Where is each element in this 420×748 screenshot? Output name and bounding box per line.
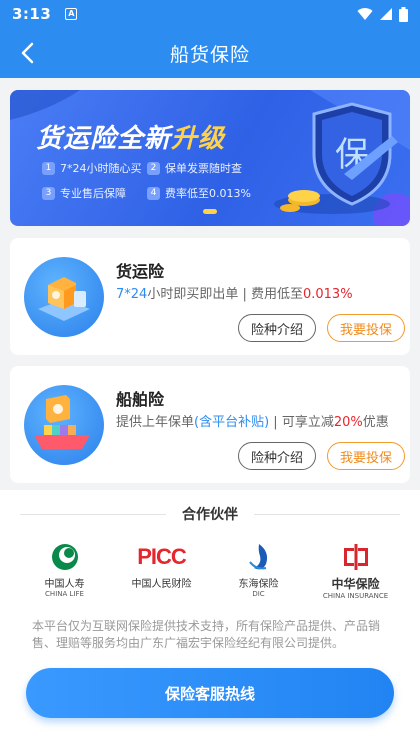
buy-button[interactable]: 我要投保: [327, 314, 405, 342]
dic-icon: [248, 544, 267, 570]
status-bar: 3:13 A: [0, 0, 420, 28]
banner-headline-highlight: 升级: [171, 124, 226, 154]
notification-icon: A: [65, 8, 78, 20]
partners-header: 合作伙伴: [20, 504, 400, 524]
shield-illustration: 保: [274, 102, 398, 214]
feature-text: 专业售后保障: [60, 187, 126, 200]
partner-logo-china-life: 中国人寿 CHINA LIFE: [21, 542, 109, 602]
partner-logo-dic: 东海保险 DIC: [215, 542, 303, 602]
back-button[interactable]: [14, 40, 40, 66]
partner-logo-china-insurance: 中华保险 CHINA INSURANCE: [312, 542, 400, 602]
divider: [254, 513, 400, 515]
product-card-cargo[interactable]: 货运险 7*24小时即买即出单 | 费用低至0.013% 险种介绍 我要投保: [10, 238, 410, 355]
cargo-icon: [24, 257, 104, 337]
partner-name: 中国人民财险: [131, 579, 192, 590]
hotline-button[interactable]: 保险客服热线: [26, 668, 394, 718]
banner-headline-main: 货运险全新: [36, 124, 172, 154]
intro-button[interactable]: 险种介绍: [238, 314, 316, 342]
desc-text: 优惠: [362, 415, 389, 430]
china-insurance-icon: [343, 544, 368, 570]
banner-feature: 3 专业售后保障: [42, 185, 147, 201]
page-title: 船货保险: [169, 43, 250, 66]
china-life-icon: [51, 544, 78, 570]
product-name: 船舶险: [116, 390, 165, 409]
desc-text: 小时即买即出单 | 费用低至: [147, 287, 303, 302]
partners-title: 合作伙伴: [182, 507, 238, 523]
desc-highlight: 7*24: [116, 287, 148, 302]
feature-text: 费率低至0.013%: [165, 187, 251, 200]
banner-features: 1 7*24小时随心买 2 保单发票随时查 3 专业售后保障 4 费率低至0.013%: [42, 160, 282, 201]
ship-icon: [24, 385, 104, 465]
nav-bar: 船货保险: [0, 28, 420, 78]
status-time: 3:13: [12, 5, 52, 23]
product-card-ship[interactable]: 船舶险 提供上年保单(含平台补贴) | 可享立减20%优惠 险种介绍 我要投保: [10, 366, 410, 483]
product-description: 7*24小时即买即出单 | 费用低至0.013%: [116, 283, 353, 302]
disclaimer-text: 本平台仅为互联网保险提供技术支持，所有保险产品提供、产品销售、理赔等服务均由广东…: [32, 619, 381, 650]
feature-text: 保单发票随时查: [165, 162, 242, 175]
feature-number: 4: [147, 186, 160, 200]
promo-banner[interactable]: 货运险全新升级 1 7*24小时随心买 2 保单发票随时查 3 专业售后保障 4 费率低…: [10, 90, 410, 226]
chevron-left-icon: [21, 42, 34, 64]
intro-button[interactable]: 险种介绍: [238, 442, 316, 470]
product-name: 货运险: [116, 262, 165, 281]
desc-rate: 0.013%: [302, 287, 353, 302]
partner-name-en: CHINA LIFE: [45, 590, 84, 598]
divider: [20, 513, 166, 515]
product-description: 提供上年保单(含平台补贴) | 可享立减20%优惠: [116, 411, 389, 430]
picc-mark: PICC: [137, 544, 187, 569]
feature-number: 2: [147, 161, 160, 175]
buy-button[interactable]: 我要投保: [327, 442, 405, 470]
partner-name-en: CHINA INSURANCE: [322, 592, 389, 600]
banner-headline: 货运险全新升级: [36, 118, 225, 155]
banner-feature: 1 7*24小时随心买: [42, 160, 147, 176]
desc-highlight: (含平台补贴): [194, 415, 270, 430]
wifi-icon: [357, 8, 373, 20]
partner-name: 中国人寿: [44, 579, 85, 590]
status-icons: [357, 6, 408, 22]
feature-number: 1: [42, 161, 55, 175]
battery-icon: [399, 6, 408, 22]
desc-text: | 可享立减: [269, 415, 334, 430]
partner-logos: 中国人寿 CHINA LIFE PICC 中国人民财险 东海保险 DIC 中华保…: [16, 542, 404, 602]
partner-name: 中华保险: [331, 577, 380, 591]
banner-pager-indicator: [203, 209, 217, 214]
partner-logo-picc: PICC 中国人民财险: [118, 542, 206, 602]
partners-section: 合作伙伴 中国人寿 CHINA LIFE PICC 中国人民财险 东海保险 DI…: [0, 490, 420, 748]
signal-icon: [380, 8, 392, 20]
feature-number: 3: [42, 186, 55, 200]
desc-rate: 20%: [333, 415, 363, 430]
partner-name: 东海保险: [238, 579, 279, 590]
feature-text: 7*24小时随心买: [60, 162, 142, 175]
desc-text: 提供上年保单: [116, 415, 195, 430]
partner-name-en: DIC: [252, 590, 265, 598]
